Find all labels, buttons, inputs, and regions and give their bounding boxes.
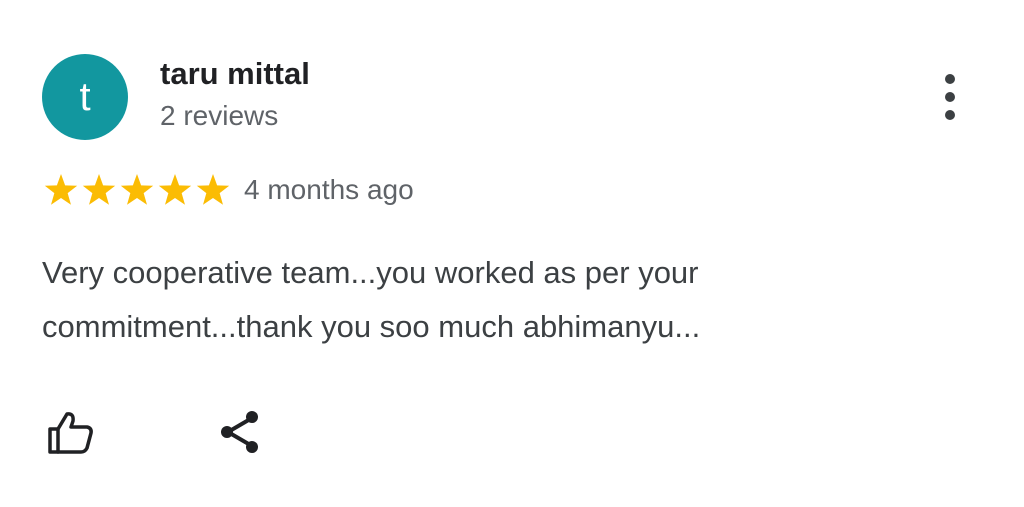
star-icon bbox=[158, 174, 192, 205]
more-vert-icon-dot bbox=[945, 92, 955, 102]
author-review-count: 2 reviews bbox=[160, 100, 279, 131]
star-icon bbox=[44, 174, 78, 205]
rating-row: 4 months ago bbox=[42, 170, 414, 210]
review-time: 4 months ago bbox=[244, 174, 414, 205]
like-button[interactable] bbox=[42, 404, 98, 460]
more-options-button[interactable] bbox=[930, 70, 970, 124]
share-button[interactable] bbox=[212, 404, 268, 460]
review-text-line: commitment...thank you soo much abhimany… bbox=[42, 309, 701, 344]
star-icon bbox=[120, 174, 154, 205]
share-icon bbox=[221, 411, 258, 453]
review-text: Very cooperative team...you worked as pe… bbox=[42, 246, 942, 354]
review-text-line: Very cooperative team...you worked as pe… bbox=[42, 255, 699, 290]
avatar-initial: t bbox=[79, 75, 91, 119]
thumb-up-icon bbox=[48, 412, 93, 454]
star-rating bbox=[42, 172, 232, 208]
avatar[interactable]: t bbox=[42, 54, 128, 140]
more-vert-icon-dot bbox=[945, 110, 955, 120]
star-icon bbox=[196, 174, 230, 205]
author-name[interactable]: taru mittal bbox=[160, 56, 310, 92]
star-icon bbox=[82, 174, 116, 205]
more-vert-icon bbox=[945, 74, 955, 84]
